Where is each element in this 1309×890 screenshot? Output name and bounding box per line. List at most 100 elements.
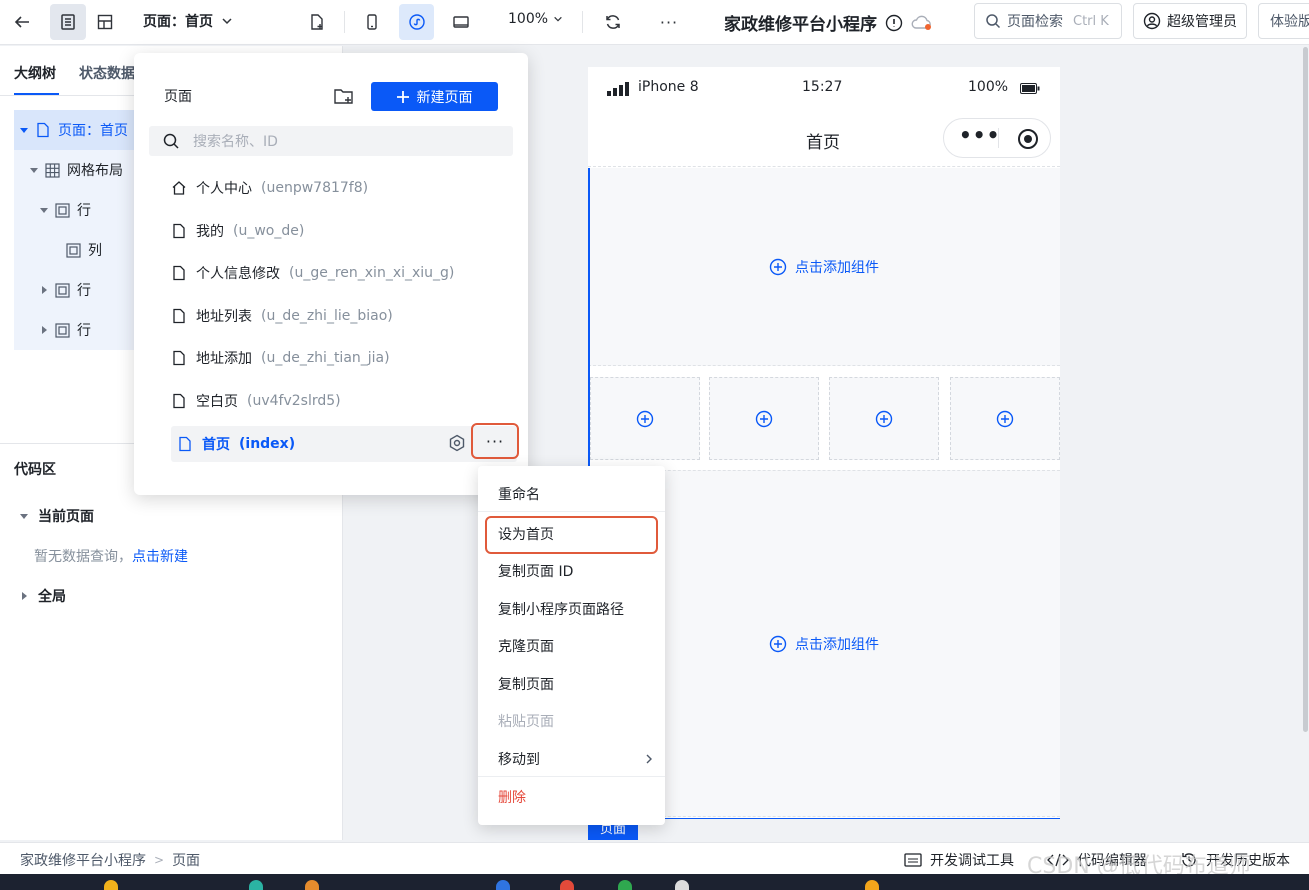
page-search-box[interactable]: 页面检索 Ctrl K — [974, 3, 1122, 39]
zoom-selector[interactable]: 100% — [508, 11, 563, 27]
tree-node-label: 行 — [77, 203, 91, 219]
taskbar-app-icon[interactable] — [618, 880, 632, 890]
caret-down-icon[interactable] — [30, 166, 38, 174]
page-selector[interactable]: 页面：首页 — [143, 11, 233, 31]
breadcrumb-app[interactable]: 家政维修平台小程序 — [20, 850, 146, 870]
add-component-slot[interactable]: 点击添加组件 — [588, 168, 1060, 366]
menu-copy-miniprogram-path[interactable]: 复制小程序页面路径 — [498, 599, 624, 619]
new-folder-icon[interactable] — [333, 86, 355, 106]
tab-state-data[interactable]: 状态数据 — [79, 63, 135, 83]
container-icon — [55, 202, 70, 218]
grid-col-slot[interactable] — [590, 377, 700, 460]
user-name: 超级管理员 — [1167, 14, 1237, 30]
taskbar-app-icon[interactable] — [496, 880, 510, 890]
back-arrow-icon[interactable] — [5, 4, 39, 40]
dev-tools-button[interactable]: 开发调试工具 — [904, 850, 1014, 870]
home-icon — [172, 181, 186, 195]
capsule-close-icon[interactable] — [1017, 128, 1039, 150]
menu-paste-page: 粘贴页面 — [498, 714, 554, 730]
page-list-item[interactable]: 地址添加 (u_de_zhi_tian_jia) — [171, 340, 390, 376]
page-more-button[interactable]: ··· — [471, 423, 519, 459]
caret-down-icon[interactable] — [20, 126, 28, 134]
global-section[interactable]: 全局 — [20, 586, 66, 606]
menu-copy-page[interactable]: 复制页面 — [498, 674, 554, 694]
grid-col-slot[interactable] — [709, 377, 819, 460]
plus-icon — [396, 90, 409, 103]
page-list-item[interactable]: 个人中心 (uenpw7817f8) — [171, 170, 368, 206]
tree-node-grid[interactable]: 网格布局 — [30, 150, 123, 190]
page-name: 首页 — [202, 437, 230, 453]
breadcrumb: 家政维修平台小程序 > 页面 — [20, 850, 200, 870]
desktop-device-icon[interactable] — [443, 4, 479, 40]
page-list-item[interactable]: 地址列表 (u_de_zhi_lie_biao) — [171, 298, 393, 334]
scrollbar[interactable] — [1303, 47, 1308, 732]
cloud-sync-icon[interactable] — [911, 14, 933, 32]
taskbar-app-icon[interactable] — [305, 880, 319, 890]
layout-view-icon[interactable] — [88, 4, 122, 40]
page-list-item[interactable]: 我的 (u_wo_de) — [171, 213, 304, 249]
caret-right-icon[interactable] — [40, 326, 48, 334]
miniprogram-device-icon[interactable] — [399, 4, 434, 40]
status-time: 15:27 — [802, 79, 843, 95]
page-search-placeholder: 页面检索 — [1007, 14, 1063, 30]
page-list-item[interactable]: 个人信息修改 (u_ge_ren_xin_xi_xiu_g) — [171, 255, 454, 291]
page-list-item-active[interactable]: 首页 (index) — [177, 426, 295, 462]
page-icon — [37, 122, 49, 138]
more-icon[interactable]: ··· — [652, 4, 686, 40]
tree-node-label: 页面：首页 — [58, 123, 128, 139]
container-icon — [66, 242, 81, 258]
page-list-popover: 页面 新建页面 搜索名称、ID 个人中心 (uenpw7817f8) 我的 (u… — [134, 53, 528, 495]
page-name: 个人信息修改 — [196, 266, 280, 282]
tree-node-row[interactable]: 行 — [40, 190, 91, 230]
signal-icon — [607, 82, 629, 96]
empty-data-tip: 暂无数据查询，点击新建 — [34, 546, 188, 566]
page-list-item[interactable]: 空白页 (uv4fv2slrd5) — [171, 383, 341, 419]
os-taskbar — [0, 874, 1309, 890]
tree-node-label: 行 — [77, 283, 91, 299]
tree-node-row[interactable]: 行 — [40, 310, 91, 350]
outline-view-icon[interactable] — [50, 4, 86, 40]
breadcrumb-page[interactable]: 页面 — [172, 850, 200, 870]
user-avatar-icon — [1143, 12, 1161, 30]
taskbar-app-icon[interactable] — [865, 880, 879, 890]
menu-clone-page[interactable]: 克隆页面 — [498, 636, 554, 656]
tree-node-row[interactable]: 行 — [40, 270, 91, 310]
caret-right-icon — [22, 592, 27, 600]
refresh-icon[interactable] — [596, 4, 630, 40]
menu-delete[interactable]: 删除 — [498, 787, 526, 807]
add-file-icon[interactable] — [300, 4, 334, 40]
tree-node-page[interactable]: 页面：首页 — [20, 110, 128, 150]
info-icon[interactable] — [885, 14, 903, 32]
page-search-input[interactable]: 搜索名称、ID — [149, 126, 513, 156]
taskbar-app-icon[interactable] — [249, 880, 263, 890]
grid-col-slot[interactable] — [950, 377, 1060, 460]
taskbar-app-icon[interactable] — [675, 880, 689, 890]
create-query-link[interactable]: 点击新建 — [132, 549, 188, 565]
taskbar-app-icon[interactable] — [560, 880, 574, 890]
caret-down-icon[interactable] — [40, 206, 48, 214]
page-name: 我的 — [196, 224, 224, 240]
search-icon — [986, 14, 1001, 29]
menu-move-to[interactable]: 移动到 — [498, 749, 540, 769]
battery-level: 100% — [968, 79, 1009, 95]
settings-icon[interactable] — [448, 434, 466, 452]
grid-col-slot[interactable] — [829, 377, 939, 460]
battery-icon — [1020, 83, 1040, 94]
taskbar-app-icon[interactable] — [104, 880, 118, 890]
experience-button[interactable]: 体验版 — [1258, 3, 1309, 39]
menu-set-as-home[interactable]: 设为首页 — [498, 524, 554, 544]
mobile-device-icon[interactable] — [355, 4, 389, 40]
page-search-placeholder: 搜索名称、ID — [193, 134, 278, 150]
menu-rename[interactable]: 重命名 — [498, 484, 540, 504]
menu-copy-page-id[interactable]: 复制页面 ID — [498, 561, 573, 581]
tree-node-col[interactable]: 列 — [66, 230, 102, 270]
new-page-button[interactable]: 新建页面 — [371, 82, 498, 111]
page-name: 空白页 — [196, 394, 238, 410]
capsule-more-icon[interactable]: ••• — [959, 125, 1000, 145]
caret-right-icon[interactable] — [40, 286, 48, 294]
page-context-menu: 重命名 设为首页 复制页面 ID 复制小程序页面路径 克隆页面 复制页面 粘贴页… — [478, 466, 665, 825]
page-name: 地址列表 — [196, 309, 252, 325]
user-menu-button[interactable]: 超级管理员 — [1133, 3, 1247, 39]
tab-outline-tree[interactable]: 大纲树 — [14, 63, 56, 83]
current-page-section[interactable]: 当前页面 — [20, 506, 94, 526]
